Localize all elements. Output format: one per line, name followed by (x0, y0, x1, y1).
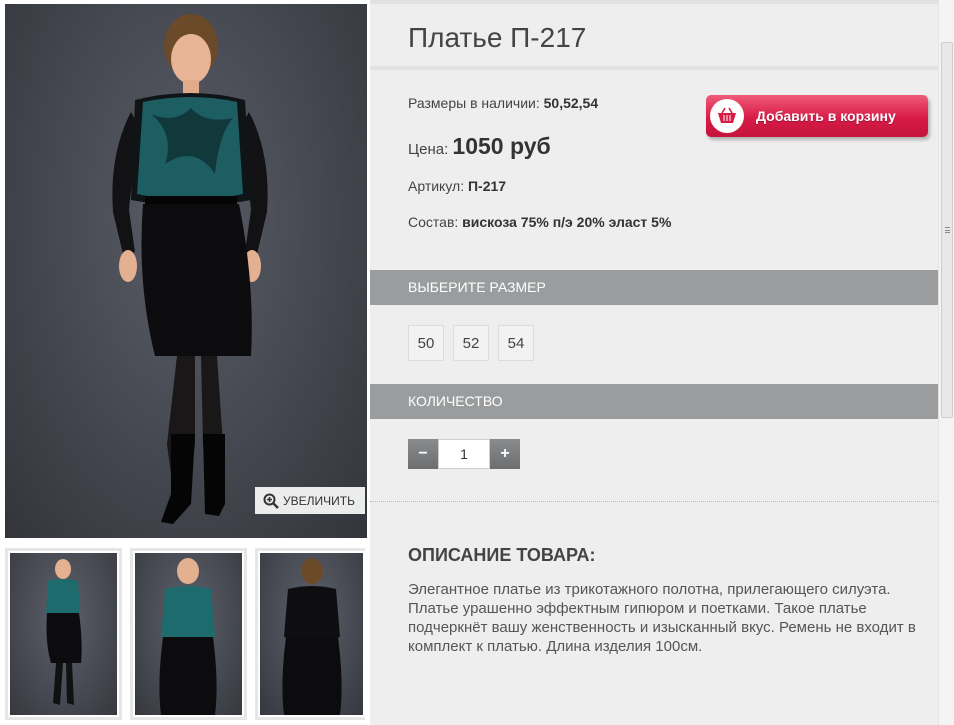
description-title: ОПИСАНИЕ ТОВАРА: (408, 545, 596, 565)
thumbnail-strip (5, 548, 370, 720)
sku-value: П-217 (467, 178, 507, 194)
thumbnail-image (10, 553, 117, 715)
size-option-52[interactable]: 52 (453, 325, 489, 361)
available-sizes-label: Размеры в наличии: (408, 95, 540, 111)
thumbnail-image (135, 553, 242, 715)
zoom-in-icon (263, 493, 279, 509)
decrease-quantity-button[interactable]: − (408, 439, 438, 469)
composition-value: вискоза 75% п/э 20% эласт 5% (462, 214, 672, 230)
quantity-section-header: КОЛИЧЕСТВО (370, 384, 938, 419)
size-options: 50 52 54 (408, 325, 534, 361)
size-option-54[interactable]: 54 (498, 325, 534, 361)
zoom-label: УВЕЛИЧИТЬ (283, 493, 355, 508)
add-to-cart-label: Добавить в корзину (756, 108, 896, 124)
add-to-cart-button[interactable]: Добавить в корзину (706, 95, 928, 137)
title-bar: Платье П-217 (370, 0, 938, 70)
model-in-dress-image (112, 14, 268, 524)
main-product-photo[interactable]: УВЕЛИЧИТЬ (5, 4, 367, 538)
thumbnail-image (260, 553, 363, 715)
basket-icon (710, 99, 744, 133)
price-label: Цена: (408, 141, 449, 158)
size-option-50[interactable]: 50 (408, 325, 444, 361)
available-sizes: Размеры в наличии: 50,52,54 (408, 95, 598, 111)
available-sizes-value: 50,52,54 (543, 95, 599, 111)
sku-label: Артикул: (408, 178, 465, 194)
vertical-scrollbar[interactable] (938, 0, 954, 725)
grip-icon (945, 227, 950, 233)
product-title: Платье П-217 (408, 22, 587, 53)
product-gallery: УВЕЛИЧИТЬ (0, 0, 370, 725)
thumbnail-back[interactable] (255, 548, 365, 720)
scrollbar-thumb[interactable] (941, 42, 953, 418)
composition-label: Состав: (408, 214, 459, 230)
size-section-header: ВЫБЕРИТЕ РАЗМЕР (370, 270, 938, 305)
price: Цена: 1050 руб (408, 133, 551, 160)
thumbnail-closeup[interactable] (130, 548, 247, 720)
quantity-stepper: − + (408, 439, 520, 469)
product-details-panel: Платье П-217 Размеры в наличии: 50,52,54… (370, 0, 938, 725)
zoom-button[interactable]: УВЕЛИЧИТЬ (255, 487, 365, 514)
divider (370, 501, 938, 502)
increase-quantity-button[interactable]: + (490, 439, 520, 469)
description-text: Элегантное платье из трикотажного полотн… (408, 581, 916, 655)
price-value: 1050 руб (452, 133, 551, 159)
sku: Артикул: П-217 (408, 178, 506, 194)
quantity-input[interactable] (438, 439, 490, 469)
composition: Состав: вискоза 75% п/э 20% эласт 5% (408, 213, 698, 232)
thumbnail-front[interactable] (5, 548, 122, 720)
